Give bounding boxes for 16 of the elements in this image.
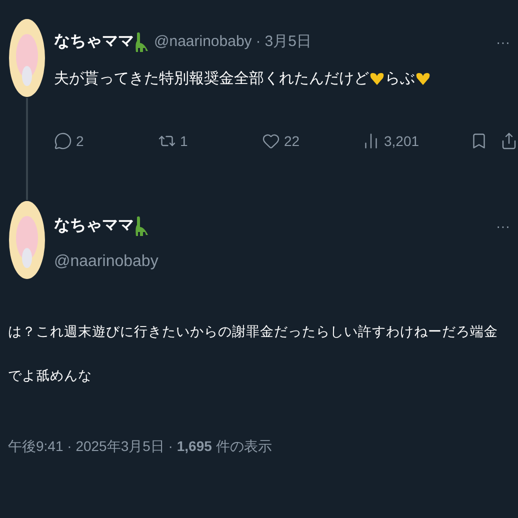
- post-date[interactable]: 3月5日: [264, 30, 312, 54]
- user-name[interactable]: なちゃママ: [54, 30, 134, 54]
- post-text: らぶ: [385, 69, 415, 89]
- like-button[interactable]: 22: [262, 130, 300, 152]
- repost-button[interactable]: 1: [158, 130, 188, 152]
- post-metadata: 午後9:41 · 2025年3月5日 · 1,695 件の表示: [7, 437, 273, 456]
- user-handle[interactable]: @naarinobaby: [154, 30, 252, 54]
- user-handle[interactable]: @naarinobaby: [54, 250, 510, 274]
- views-button[interactable]: 3,201: [362, 130, 420, 152]
- user-name[interactable]: なちゃママ: [54, 214, 134, 238]
- separator-dot: ·: [256, 32, 261, 52]
- more-options-button[interactable]: ···: [496, 32, 510, 52]
- post-text: 夫が貰ってきた特別報奨金全部くれたんだけど: [54, 69, 369, 89]
- reply-button[interactable]: 2: [54, 130, 84, 152]
- more-options-button[interactable]: ···: [496, 216, 510, 236]
- post-text: は？これ週末遊びに行きたいからの謝罪金だったらしい許すわけねーだろ端金でよ舐めんな: [7, 323, 499, 385]
